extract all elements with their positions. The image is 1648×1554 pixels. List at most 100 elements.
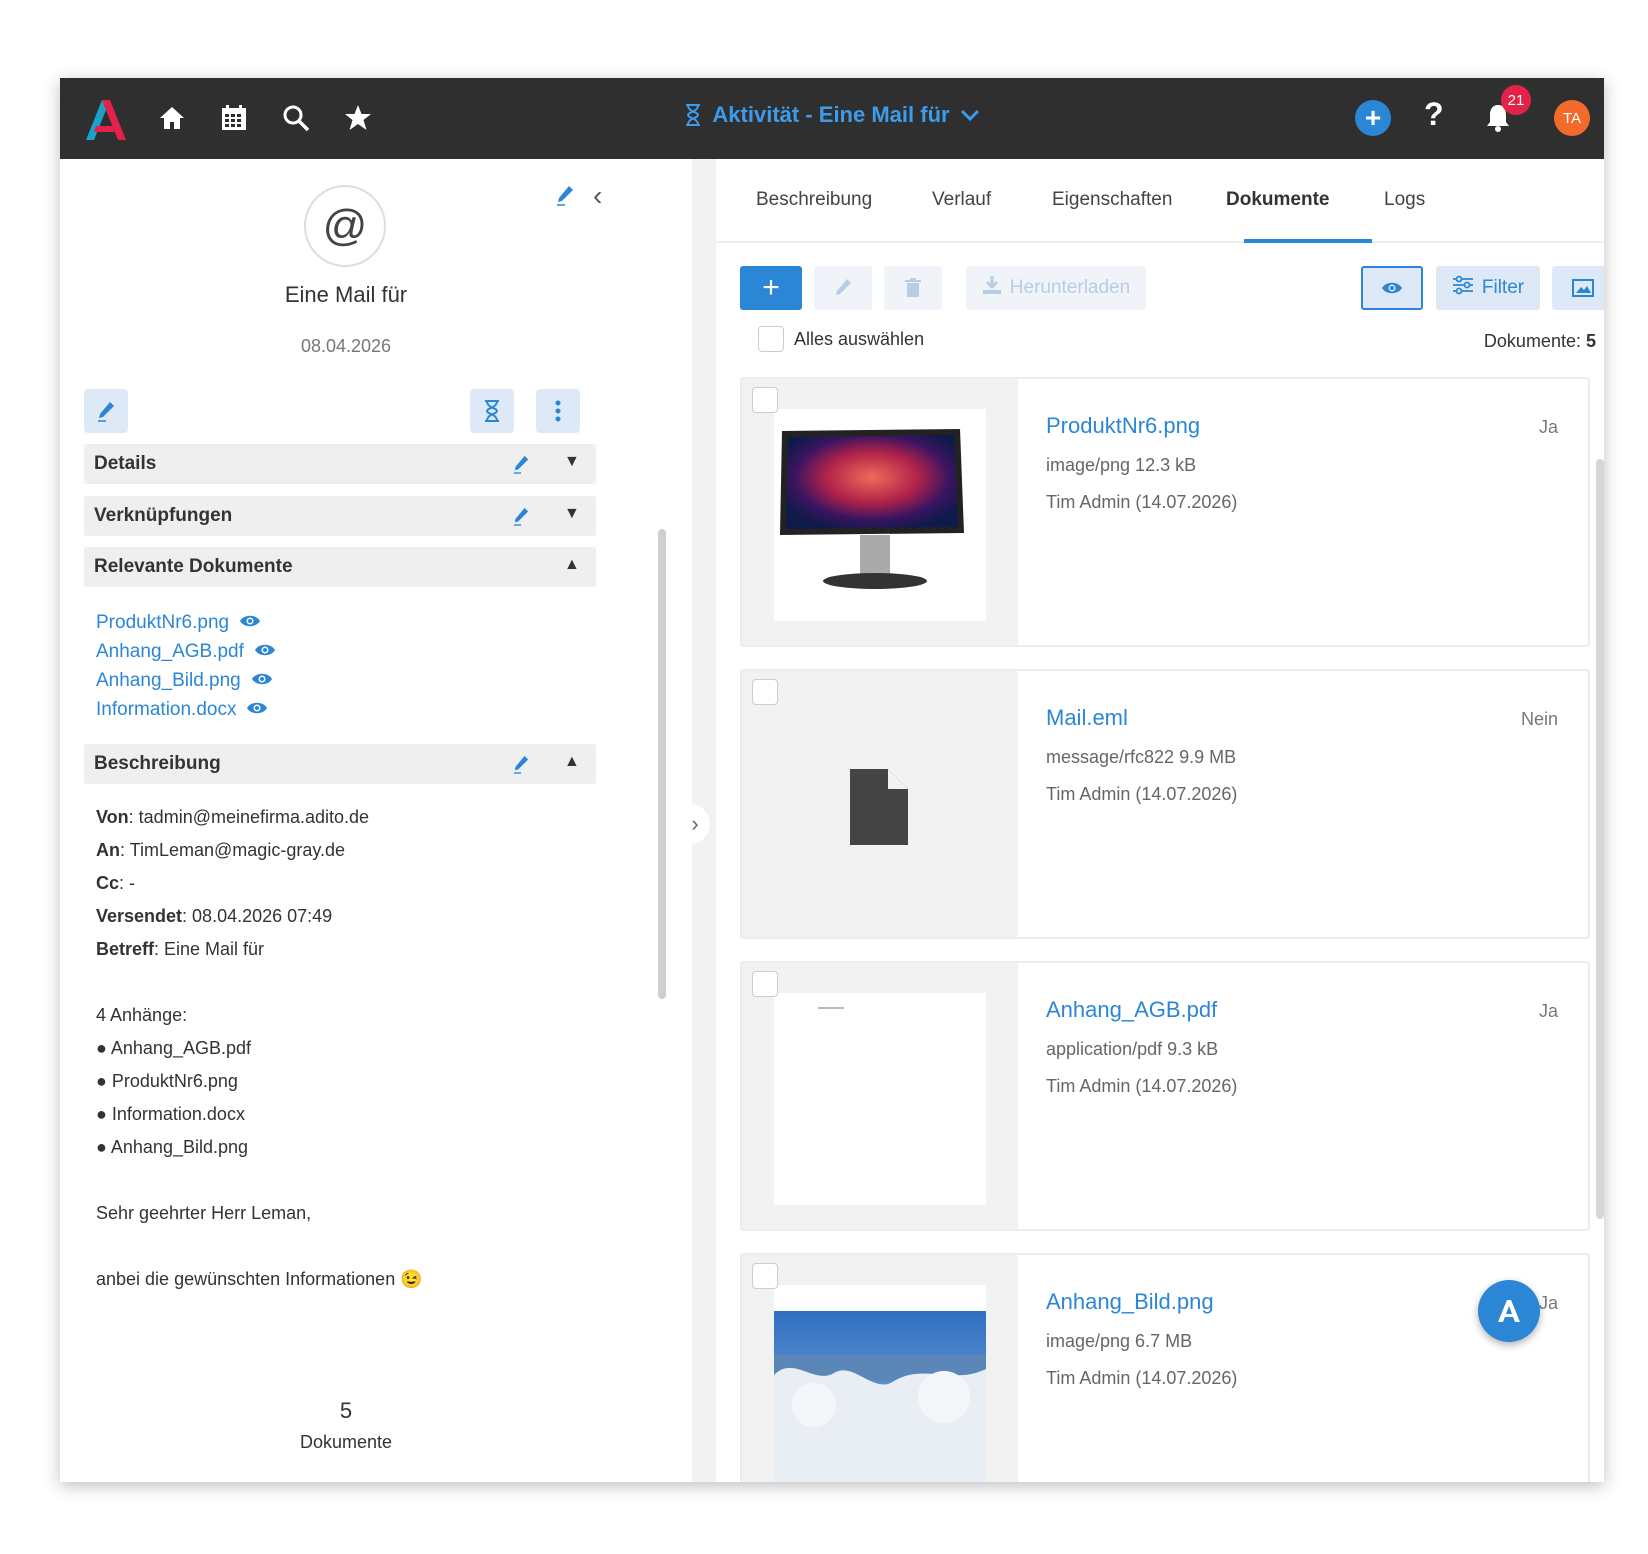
relevant-doc-name[interactable]: ProduktNr6.png (96, 612, 229, 634)
documents-count-value: 5 (339, 1398, 353, 1423)
left-scrollbar[interactable] (658, 529, 666, 999)
collapse-arrow-icon[interactable]: ▲ (564, 753, 580, 771)
tab-logs[interactable]: Logs (1384, 189, 1425, 211)
select-all[interactable]: Alles auswählen (758, 326, 924, 352)
body-line: anbei die gewünschten Informationen 😉 (96, 1269, 423, 1289)
document-thumbnail[interactable] (774, 409, 986, 621)
document-checkbox[interactable] (752, 971, 778, 997)
section-description[interactable]: Beschreibung ▲ (84, 744, 596, 784)
document-flag: Nein (1520, 709, 1558, 729)
more-options-button[interactable] (536, 389, 580, 433)
relevant-doc-link[interactable]: Anhang_AGB.pdf (96, 637, 276, 666)
document-card[interactable]: Anhang_Bild.png image/png 6.7 MB Tim Adm… (740, 1253, 1590, 1482)
document-author: Tim Admin (14.07.2026) (1046, 784, 1238, 804)
tab-beschreibung[interactable]: Beschreibung (756, 189, 872, 211)
document-thumbnail[interactable] (774, 993, 986, 1205)
document-card[interactable]: ProduktNr6.png image/png 12.3 kB Tim Adm… (740, 377, 1590, 647)
filter-button[interactable]: Filter (1436, 266, 1540, 310)
eye-icon[interactable] (254, 641, 276, 663)
edit-pencil-icon[interactable] (512, 454, 530, 479)
section-description-label: Beschreibung (94, 753, 221, 774)
document-card[interactable]: Anhang_AGB.pdf application/pdf 9.3 kB Ti… (740, 961, 1590, 1231)
download-button[interactable]: Herunterladen (966, 266, 1146, 310)
document-author: Tim Admin (14.07.2026) (1046, 1368, 1238, 1388)
section-details-label: Details (94, 453, 157, 474)
help-icon[interactable]: ? (1424, 96, 1444, 133)
collapse-panel-icon[interactable]: ‹ (593, 180, 602, 212)
edit-pencil-icon[interactable] (512, 754, 530, 779)
document-meta: image/png 6.7 MB (1046, 1331, 1193, 1351)
document-meta: application/pdf 9.3 kB (1046, 1039, 1219, 1059)
preview-toggle-button[interactable] (1361, 266, 1423, 310)
document-name[interactable]: ProduktNr6.png (1046, 413, 1200, 439)
notification-badge: 21 (1501, 85, 1531, 115)
from-line: Von: tadmin@meinefirma.adito.de (96, 807, 370, 827)
expand-arrow-icon[interactable]: ▼ (564, 505, 580, 523)
attachment-item: ● Anhang_AGB.pdf (96, 1038, 251, 1058)
download-icon (982, 275, 1002, 301)
greeting-line: Sehr geehrter Herr Leman, (96, 1203, 312, 1223)
avatar[interactable]: TA (1554, 100, 1590, 136)
document-name[interactable]: Mail.eml (1046, 705, 1128, 731)
eye-icon[interactable] (246, 699, 268, 721)
section-details[interactable]: Details ▼ (84, 444, 596, 484)
gallery-view-button[interactable] (1552, 266, 1604, 310)
filter-label: Filter (1481, 277, 1525, 298)
document-name[interactable]: Anhang_Bild.png (1046, 1289, 1214, 1315)
cc-line: Cc: - (96, 873, 136, 893)
document-thumbnail[interactable] (774, 1285, 986, 1482)
relevant-doc-link[interactable]: ProduktNr6.png (96, 608, 276, 637)
edit-pencil-icon[interactable] (555, 184, 575, 211)
relevant-doc-link[interactable]: Information.docx (96, 695, 276, 724)
document-checkbox[interactable] (752, 1263, 778, 1289)
page-title-text: Aktivität - Eine Mail für (712, 102, 950, 127)
tab-dokumente[interactable]: Dokumente (1226, 189, 1329, 211)
relevant-doc-name[interactable]: Information.docx (96, 699, 236, 721)
relevant-doc-name[interactable]: Anhang_Bild.png (96, 670, 241, 692)
create-new-button[interactable]: + (1355, 100, 1391, 136)
document-name[interactable]: Anhang_AGB.pdf (1046, 997, 1217, 1023)
to-line: An: TimLeman@magic-gray.de (96, 840, 346, 860)
attachments-title: 4 Anhänge: (96, 1005, 188, 1025)
relevant-doc-link[interactable]: Anhang_Bild.png (96, 666, 276, 695)
active-tab-indicator (1244, 239, 1372, 243)
document-author: Tim Admin (14.07.2026) (1046, 1076, 1238, 1096)
add-document-button[interactable]: + (740, 266, 802, 310)
tab-verlauf[interactable]: Verlauf (932, 189, 991, 211)
edit-button[interactable] (84, 389, 128, 433)
document-meta: message/rfc822 9.9 MB (1046, 747, 1237, 767)
section-relevant-documents[interactable]: Relevante Dokumente ▲ (84, 547, 596, 587)
collapse-arrow-icon[interactable]: ▲ (564, 556, 580, 574)
eye-icon[interactable] (251, 670, 273, 692)
delete-document-button[interactable] (884, 266, 942, 310)
assistant-fab-button[interactable] (1478, 1280, 1540, 1342)
edit-pencil-icon[interactable] (512, 506, 530, 531)
email-description: Von: tadmin@meinefirma.adito.de An: TimL… (96, 801, 596, 1296)
document-checkbox[interactable] (752, 387, 778, 413)
tab-eigenschaften[interactable]: Eigenschaften (1052, 189, 1172, 211)
document-flag: Ja (1538, 1293, 1558, 1313)
document-checkbox[interactable] (752, 679, 778, 705)
attachment-item: ● Anhang_Bild.png (96, 1137, 249, 1157)
select-all-checkbox[interactable] (758, 326, 784, 352)
section-links[interactable]: Verknüpfungen ▼ (84, 496, 596, 536)
relevant-doc-name[interactable]: Anhang_AGB.pdf (96, 641, 244, 663)
document-total-label: Dokumente: (1483, 331, 1586, 351)
sent-line: Versendet: 08.04.2026 07:49 (96, 906, 333, 926)
app-window: Aktivität - Eine Mail für + ? 21 TA @ ‹ … (60, 78, 1604, 1482)
documents-scrollbar[interactable] (1596, 459, 1604, 1219)
entity-title: Eine Mail für (284, 282, 408, 307)
edit-document-button[interactable] (814, 266, 872, 310)
attachment-item: ● ProduktNr6.png (96, 1071, 238, 1091)
expand-arrow-icon[interactable]: ▼ (564, 453, 580, 471)
document-card[interactable]: Mail.eml message/rfc822 9.9 MB Tim Admin… (740, 669, 1590, 939)
document-total: Dokumente: 5 (1436, 331, 1596, 352)
sliders-icon (1452, 275, 1474, 301)
documents-panel: Beschreibung Verlauf Eigenschaften Dokum… (716, 159, 1604, 1482)
section-links-label: Verknüpfungen (94, 505, 233, 526)
hourglass-button[interactable] (470, 389, 514, 433)
document-meta: image/png 12.3 kB (1046, 455, 1197, 475)
attachment-item: ● Information.docx (96, 1104, 245, 1124)
entity-date: 08.04.2026 (300, 336, 392, 356)
eye-icon[interactable] (239, 612, 261, 634)
